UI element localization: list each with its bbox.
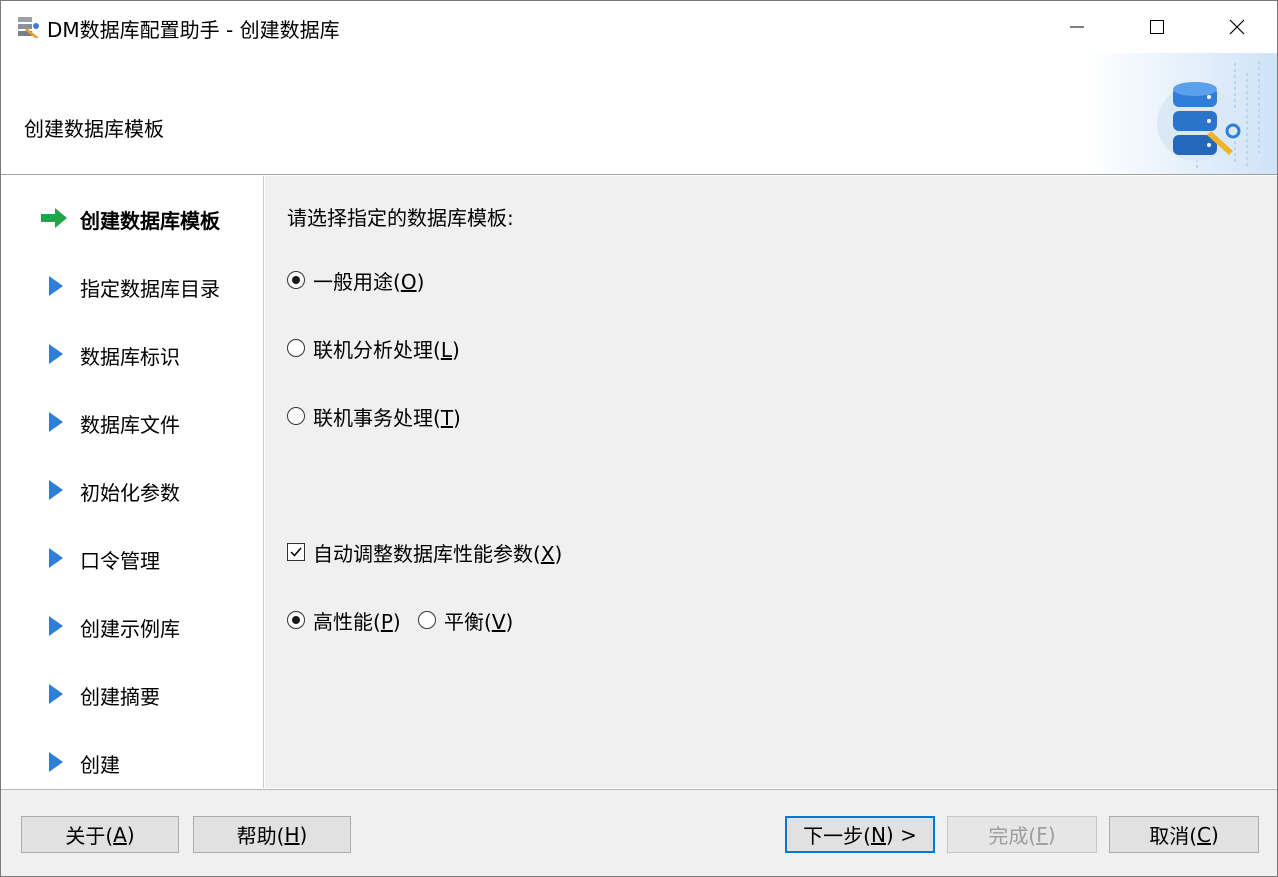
radio-oltp[interactable]: 联机事务处理(T): [287, 402, 461, 430]
radio-indicator: [418, 611, 436, 629]
arrow-right-icon: [41, 208, 67, 228]
checkbox-indicator: [287, 543, 305, 561]
wizard-steps-nav: 创建数据库模板 指定数据库目录 数据库标识数据库文件初始化参数口令管理创建示例库创建…: [1, 176, 264, 788]
nav-step-label: 初始化参数: [80, 481, 180, 505]
nav-step-4[interactable]: 数据库文件: [1, 402, 263, 442]
help-button[interactable]: 帮助(H): [193, 816, 351, 853]
finish-button: 完成(F): [947, 816, 1097, 853]
radio-indicator: [287, 271, 305, 289]
radio-label: 联机事务处理(T): [313, 405, 461, 430]
title-bar: DM数据库配置助手 - 创建数据库: [1, 1, 1277, 53]
close-button[interactable]: [1197, 1, 1277, 53]
nav-step-label: 口令管理: [80, 549, 160, 573]
radio-label: 一般用途(O): [313, 269, 425, 294]
radio-general-purpose[interactable]: 一般用途(O): [287, 266, 424, 294]
triangle-right-icon: [49, 752, 63, 772]
maximize-button[interactable]: [1117, 1, 1197, 53]
nav-step-8[interactable]: 创建摘要: [1, 674, 263, 714]
triangle-right-icon: [49, 684, 63, 704]
triangle-right-icon: [49, 276, 63, 296]
radio-label: 联机分析处理(L): [313, 337, 460, 362]
radio-balanced[interactable]: 平衡(V): [418, 606, 513, 634]
next-button[interactable]: 下一步(N) >: [785, 816, 935, 853]
page-title: 创建数据库模板: [24, 117, 164, 141]
dialog-window: DM数据库配置助手 - 创建数据库 创建数据库模板 创建数据库模板 指定数据库目…: [0, 0, 1278, 877]
database-wrench-icon: [1087, 53, 1277, 174]
nav-step-9[interactable]: 创建: [1, 742, 263, 782]
nav-step-7[interactable]: 创建示例库: [1, 606, 263, 646]
checkmark-icon: [290, 547, 302, 557]
maximize-icon: [1150, 20, 1164, 34]
triangle-right-icon: [49, 480, 63, 500]
radio-indicator: [287, 339, 305, 357]
page-header: 创建数据库模板: [1, 53, 1277, 175]
radio-label: 平衡(V): [444, 609, 514, 634]
window-title: DM数据库配置助手 - 创建数据库: [47, 18, 340, 42]
app-icon: [18, 17, 39, 38]
auto-tune-checkbox[interactable]: 自动调整数据库性能参数(X): [287, 538, 562, 566]
about-button[interactable]: 关于(A): [21, 816, 179, 853]
triangle-right-icon: [49, 412, 63, 432]
minimize-icon: [1070, 26, 1084, 28]
button-bar: 关于(A) 帮助(H) 下一步(N) > 完成(F) 取消(C): [1, 789, 1277, 876]
nav-step-label: 创建: [80, 753, 120, 777]
nav-step-2[interactable]: 指定数据库目录: [1, 266, 263, 306]
triangle-right-icon: [49, 344, 63, 364]
nav-step-label: 创建示例库: [80, 617, 180, 641]
triangle-right-icon: [49, 616, 63, 636]
nav-step-label: 数据库标识: [80, 345, 180, 369]
triangle-right-icon: [49, 548, 63, 568]
radio-olap[interactable]: 联机分析处理(L): [287, 334, 460, 362]
nav-step-label: 指定数据库目录: [80, 277, 220, 301]
radio-high-performance[interactable]: 高性能(P): [287, 606, 401, 634]
close-icon: [1229, 19, 1245, 35]
nav-step-label: 创建摘要: [80, 685, 160, 709]
cancel-button[interactable]: 取消(C): [1109, 816, 1259, 853]
nav-step-5[interactable]: 初始化参数: [1, 470, 263, 510]
nav-step-6[interactable]: 口令管理: [1, 538, 263, 578]
nav-step-3[interactable]: 数据库标识: [1, 334, 263, 374]
radio-indicator: [287, 407, 305, 425]
radio-indicator: [287, 611, 305, 629]
nav-step-1[interactable]: 创建数据库模板: [1, 198, 263, 238]
template-prompt: 请选择指定的数据库模板:: [287, 206, 514, 230]
content-panel: 请选择指定的数据库模板: 一般用途(O) 联机分析处理(L) 联机事务处理(T)…: [265, 176, 1277, 788]
checkbox-label: 自动调整数据库性能参数(X): [313, 541, 563, 566]
nav-step-label: 创建数据库模板: [80, 209, 220, 233]
nav-step-label: 数据库文件: [80, 413, 180, 437]
radio-label: 高性能(P): [313, 609, 401, 634]
minimize-button[interactable]: [1037, 1, 1117, 53]
